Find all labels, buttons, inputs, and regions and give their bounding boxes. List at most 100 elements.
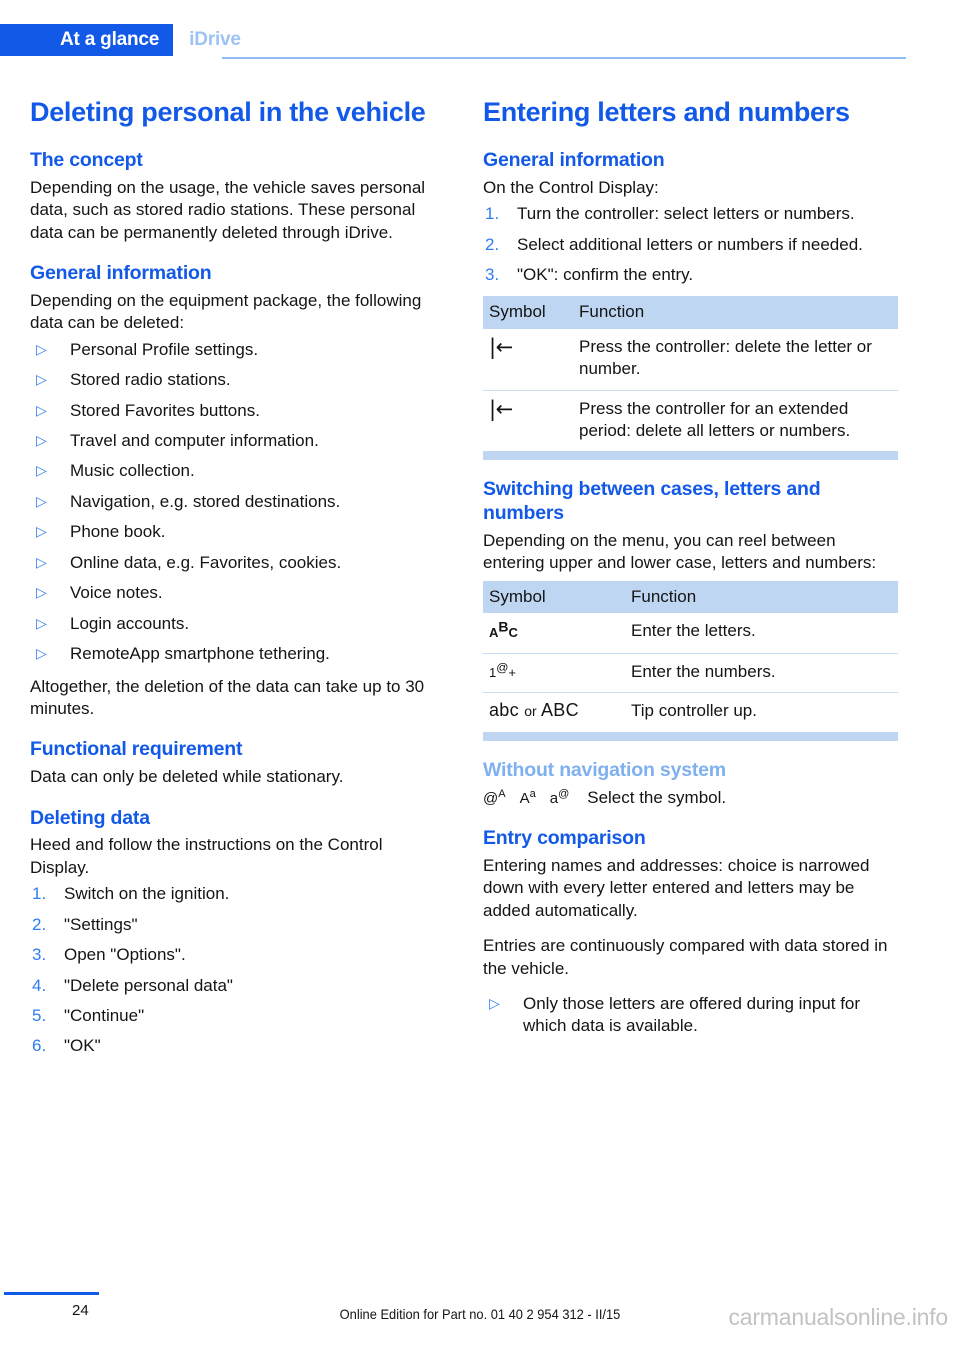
heading-switching-cases: Switching between cases, letters and num… (483, 478, 821, 525)
letters-abc-icon: ABC (489, 619, 518, 641)
list-item-label: Select additional letters or numbers if … (517, 234, 863, 254)
entering-steps: 1. Turn the controller: select letters or… (483, 203, 898, 286)
footer-divider (4, 1292, 99, 1295)
list-item-label: "Continue" (64, 1006, 145, 1025)
list-item: ▷ Online data, e.g. Favorites, cookies. (30, 552, 445, 574)
step-number: 6. (32, 1036, 47, 1056)
at-uppercase-icon: @A (483, 787, 506, 807)
table-footer-band (483, 451, 898, 461)
step-number: 1. (32, 884, 47, 904)
list-item-label: Navigation, e.g. stored destinations. (70, 491, 341, 511)
paragraph-deleting-data: Heed and follow the instructions on the … (30, 835, 383, 877)
function-cell: Enter the letters. (625, 613, 898, 654)
list-item: ▷ Voice notes. (30, 582, 445, 604)
list-item: ▷ Personal Profile settings. (30, 339, 445, 361)
list-item: 5. "Continue" (30, 1005, 445, 1027)
tab-idrive-label: iDrive (189, 29, 241, 50)
without-navigation-instruction: Select the symbol. (587, 787, 727, 807)
heading-functional-requirement: Functional requirement (30, 738, 243, 761)
table-footer-band (483, 731, 898, 741)
breadcrumb-tab-strip: At a glance iDrive (0, 24, 255, 56)
list-item: ▷ Navigation, e.g. stored destinations. (30, 491, 445, 513)
list-item: 6. "OK" (30, 1035, 445, 1057)
list-item-label: Online data, e.g. Favorites, cookies. (70, 552, 342, 572)
list-item: 2. Select additional letters or numbers i… (483, 234, 898, 256)
list-item-label: "OK": confirm the entry. (517, 265, 694, 285)
column-header-symbol: Symbol (483, 580, 625, 614)
list-item-label: "Settings" (64, 914, 138, 934)
backspace-icon: |← (489, 334, 513, 359)
function-cell: Enter the numbers. (625, 653, 898, 694)
list-item: ▷ Phone book. (30, 521, 445, 543)
column-header-function: Function (625, 580, 898, 614)
heading-the-concept: The concept (30, 148, 143, 171)
heading-general-information-right: General information (483, 148, 665, 171)
paragraph-functional-requirement: Data can only be deleted while stationar… (30, 767, 344, 787)
heading-general-information: General information (30, 262, 212, 285)
triangle-bullet-icon: ▷ (36, 645, 47, 662)
step-number: 2. (32, 914, 47, 934)
list-item-label: Stored radio stations. (70, 370, 231, 390)
step-number: 3. (485, 265, 500, 285)
table-row: 1@+ Enter the numbers. (483, 653, 898, 694)
watermark-label: carmanualsonline.info (728, 1304, 948, 1330)
list-item-label: RemoteApp smartphone tethering. (70, 644, 330, 664)
column-header-function: Function (573, 296, 898, 329)
list-item: ▷ Stored Favorites buttons. (30, 400, 445, 422)
triangle-bullet-icon: ▷ (36, 492, 47, 509)
symbol-cell: ABC (483, 613, 625, 654)
numbers-icon: 1@+ (489, 660, 517, 680)
table-header-row: Symbol Function (483, 296, 898, 329)
lower-at-icon: a@ (549, 787, 570, 807)
list-item: 3. "OK": confirm the entry. (483, 264, 898, 286)
list-item: ▷ Only those letters are offered during i… (483, 993, 898, 1038)
symbol-cell: |← (483, 390, 573, 452)
paragraph-entry-comparison-1: Entering names and addresses: choice is … (483, 855, 870, 920)
column-header-symbol: Symbol (483, 296, 573, 329)
entry-comparison-list: ▷ Only those letters are offered during i… (483, 993, 898, 1038)
deleting-data-steps: 1. Switch on the ignition. 2. "Settings" 3… (30, 883, 445, 1058)
triangle-bullet-icon: ▷ (36, 432, 47, 448)
symbol-cell: abc or ABC (483, 692, 625, 732)
left-column: Deleting personal in the vehicle The con… (30, 96, 445, 1068)
table-row: abc or ABC Tip controller up. (483, 692, 898, 732)
table-row: |← Press the controller for an extended … (483, 390, 898, 452)
page-footer: 24 Online Edition for Part no. 01 40 2 9… (0, 1282, 960, 1362)
function-cell: Press the controller for an extended per… (573, 390, 898, 452)
triangle-bullet-icon: ▷ (36, 553, 47, 570)
list-item-label: Stored Favorites buttons. (70, 400, 260, 420)
delete-symbol-table: Symbol Function |← Press the controller:… (483, 296, 898, 452)
symbol-cell: |← (483, 328, 573, 391)
paragraph-switching-cases: Depending on the menu, you can reel betw… (483, 531, 877, 573)
step-number: 1. (485, 204, 500, 224)
tab-at-a-glance[interactable]: At a glance (0, 24, 174, 56)
step-number: 2. (485, 234, 500, 254)
paragraph-the-concept: Depending on the usage, the vehicle save… (30, 177, 426, 242)
triangle-bullet-icon: ▷ (36, 340, 47, 357)
paragraph-general-information: Depending on the equipment package, the … (30, 290, 422, 333)
list-item: ▷ Stored radio stations. (30, 369, 445, 391)
table-row: |← Press the controller: delete the lett… (483, 328, 898, 391)
without-navigation-symbol-row: @A Aa a@ Select the symbol. (483, 787, 898, 809)
header-divider (222, 57, 906, 59)
heading-entry-comparison: Entry comparison (483, 827, 646, 850)
step-number: 4. (32, 975, 47, 995)
upper-lower-icon: Aa (519, 787, 536, 807)
list-item-label: Login accounts. (70, 613, 190, 633)
deletable-data-list: ▷ Personal Profile settings. ▷ Stored radi… (30, 339, 445, 666)
function-cell: Tip controller up. (625, 692, 898, 732)
list-item: ▷ RemoteApp smartphone tethering. (30, 643, 445, 665)
tab-idrive[interactable]: iDrive (173, 24, 255, 56)
case-toggle-icon: abc or ABC (489, 700, 579, 721)
list-item: 3. Open "Options". (30, 944, 445, 966)
heading-without-navigation: Without navigation system (483, 758, 726, 781)
page-header: At a glance iDrive (0, 0, 960, 60)
backspace-icon: |← (489, 396, 513, 421)
heading-deleting-data: Deleting data (30, 806, 150, 829)
list-item: 1. Turn the controller: select letters or… (483, 203, 898, 225)
page-title-left: Deleting personal in the vehicle (30, 97, 426, 127)
list-item-label: Personal Profile settings. (70, 339, 259, 359)
right-column: Entering letters and numbers General inf… (483, 96, 898, 1048)
list-item-label: "OK" (64, 1036, 101, 1056)
triangle-bullet-icon: ▷ (36, 584, 47, 601)
